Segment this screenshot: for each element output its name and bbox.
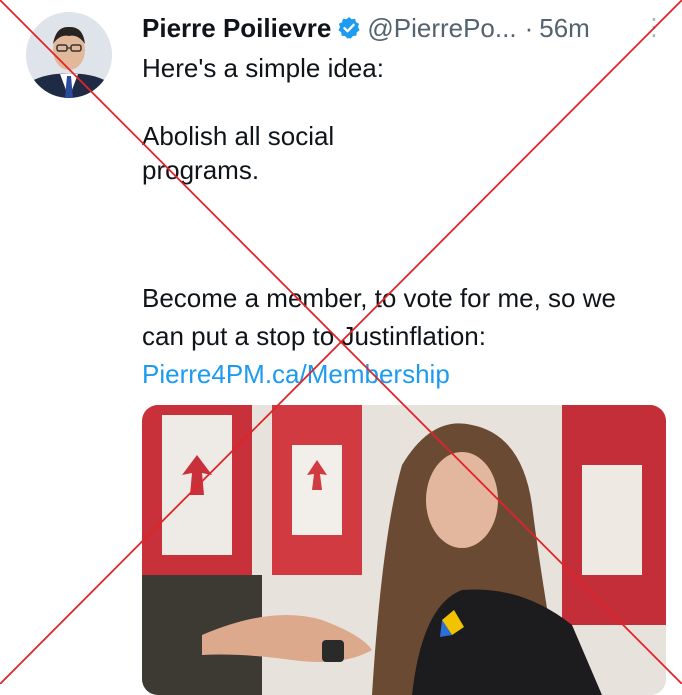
- author-avatar[interactable]: [26, 12, 112, 98]
- author-name[interactable]: Pierre Poilievre: [142, 13, 331, 44]
- tweet-text-line-3: programs.: [142, 155, 260, 185]
- tweet-text-line-4: Become a member, to vote for me, so we: [142, 283, 616, 313]
- tweet-header: Pierre Poilievre @PierrePo... · 56m ⋮: [142, 11, 666, 45]
- verified-badge-icon: [337, 16, 361, 40]
- header-separator: ·: [524, 12, 534, 43]
- tweet-text-line-1: Here's a simple idea:: [142, 53, 384, 83]
- tweet-timestamp[interactable]: 56m: [539, 13, 590, 44]
- tweet-text-line-5: can put a stop to Justinflation:: [142, 321, 486, 351]
- more-options-icon[interactable]: ⋮: [642, 13, 666, 42]
- tweet-media-image[interactable]: [142, 405, 666, 695]
- author-handle[interactable]: @PierrePo...: [367, 13, 516, 44]
- avatar-photo: [26, 12, 112, 98]
- membership-link[interactable]: Pierre4PM.ca/Membership: [142, 356, 450, 392]
- media-photo: [142, 405, 666, 695]
- tweet-text-line-2: Abolish all social: [142, 121, 335, 151]
